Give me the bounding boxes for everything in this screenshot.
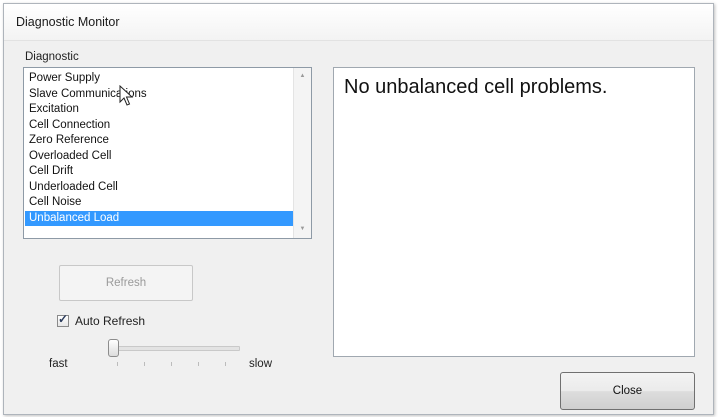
diagnostic-message-panel: No unbalanced cell problems.	[333, 67, 695, 357]
list-item-cell-noise[interactable]: Cell Noise	[25, 195, 293, 211]
auto-refresh-checkbox[interactable]: ✓	[57, 312, 69, 327]
list-item-excitation[interactable]: Excitation	[25, 102, 293, 118]
list-item-unbalanced-load[interactable]: Unbalanced Load	[25, 210, 293, 226]
list-item-cell-connection[interactable]: Cell Connection	[25, 118, 293, 134]
auto-refresh-label[interactable]: Auto Refresh	[75, 314, 145, 328]
slider-tick	[198, 362, 199, 366]
diagnostic-listbox[interactable]: Power Supply Slave Communications Excita…	[23, 67, 312, 239]
list-item-power-supply[interactable]: Power Supply	[25, 71, 293, 87]
slider-tick	[117, 362, 118, 366]
scroll-up-icon[interactable]: ▲	[294, 68, 311, 85]
refresh-button[interactable]: Refresh	[59, 265, 193, 301]
slider-slow-label: slow	[249, 358, 273, 370]
slider-fast-label: fast	[49, 358, 68, 370]
refresh-speed-slider-track[interactable]	[112, 346, 240, 351]
list-scrollbar[interactable]: ▲ ▼	[293, 68, 311, 238]
slider-tick	[171, 362, 172, 366]
diagnostic-message: No unbalanced cell problems.	[344, 76, 608, 98]
diagnostic-list: Power Supply Slave Communications Excita…	[25, 71, 293, 226]
refresh-speed-slider-thumb[interactable]	[108, 339, 119, 357]
scroll-down-icon[interactable]: ▼	[294, 221, 311, 238]
list-item-underloaded-cell[interactable]: Underloaded Cell	[25, 180, 293, 196]
list-item-slave-communications[interactable]: Slave Communications	[25, 87, 293, 103]
checkmark-icon: ✓	[58, 312, 69, 326]
slider-tick	[225, 362, 226, 366]
title-bar[interactable]: Diagnostic Monitor	[4, 4, 713, 41]
diagnostic-group-label: Diagnostic	[25, 51, 79, 63]
slider-tick	[144, 362, 145, 366]
auto-refresh-row[interactable]: ✓ Auto Refresh	[57, 312, 145, 329]
mouse-pointer-icon	[119, 85, 134, 106]
window-title: Diagnostic Monitor	[16, 15, 120, 29]
list-item-zero-reference[interactable]: Zero Reference	[25, 133, 293, 149]
list-item-overloaded-cell[interactable]: Overloaded Cell	[25, 149, 293, 165]
list-item-cell-drift[interactable]: Cell Drift	[25, 164, 293, 180]
close-button[interactable]: Close	[560, 372, 695, 410]
